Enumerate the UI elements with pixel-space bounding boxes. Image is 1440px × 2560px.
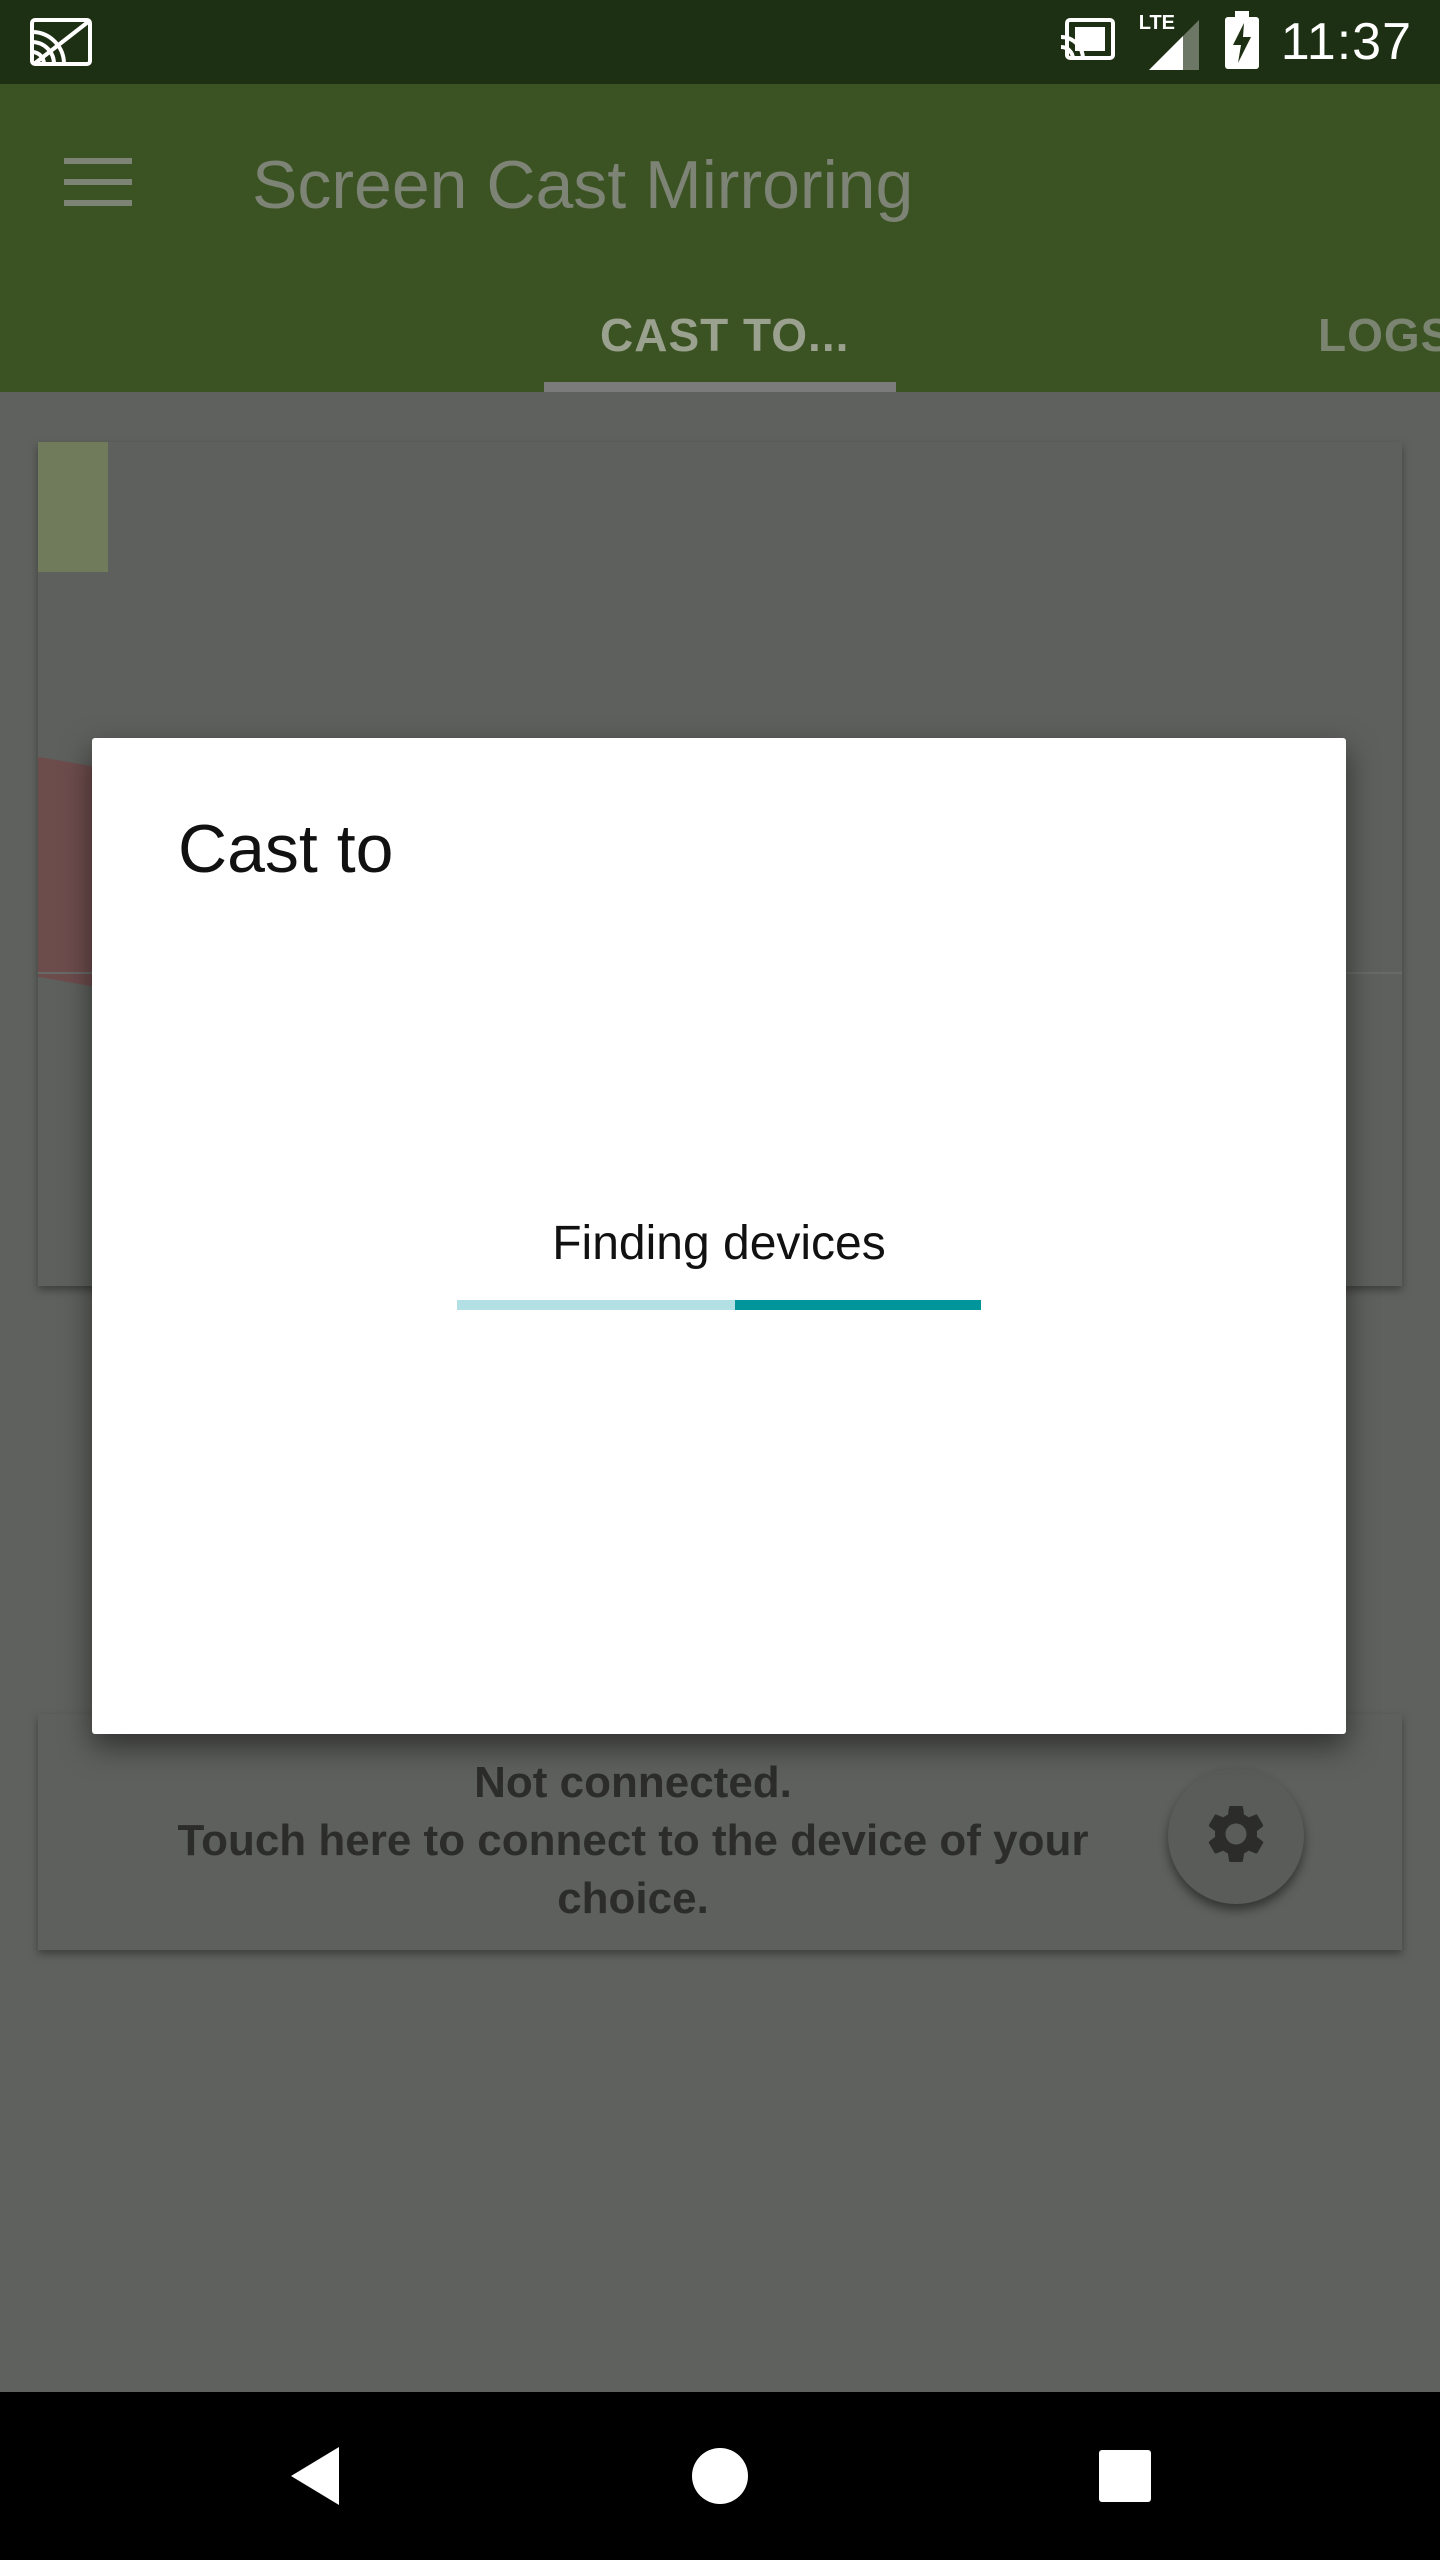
tab-logs[interactable]: LOGS [1318,308,1440,362]
progress-bar [457,1300,981,1310]
preview-image-fragment [38,442,108,572]
dialog-title: Cast to [178,811,394,887]
home-icon[interactable] [680,2392,760,2560]
cast-notification-icon [30,16,94,73]
progress-bar-fill [734,1300,981,1310]
gear-icon [1201,1799,1271,1874]
clock: 11:37 [1280,13,1412,71]
connection-status-card[interactable]: Not connected. Touch here to connect to … [38,1714,1402,1950]
hamburger-menu-icon[interactable] [64,156,132,208]
settings-fab[interactable] [1168,1768,1304,1904]
app-title: Screen Cast Mirroring [252,147,914,223]
preview-image-fragment-red [38,756,98,988]
connection-status-text: Not connected. Touch here to connect to … [177,1758,1089,1923]
finding-devices-text: Finding devices [552,1217,886,1270]
tab-cast-to[interactable]: CAST TO... [600,308,849,362]
lte-signal-icon: LTE [1139,10,1203,74]
back-icon[interactable] [270,2392,360,2560]
tab-indicator [544,382,896,392]
recents-icon[interactable] [1090,2392,1160,2560]
app-bar: Screen Cast Mirroring CAST TO... LOGS [0,84,1440,392]
status-bar: LTE 11:37 [0,0,1440,84]
cast-to-dialog: Cast to Finding devices [92,738,1346,1734]
battery-charging-icon [1224,10,1259,74]
cast-connected-icon [1059,17,1117,68]
navigation-bar [0,2392,1440,2560]
